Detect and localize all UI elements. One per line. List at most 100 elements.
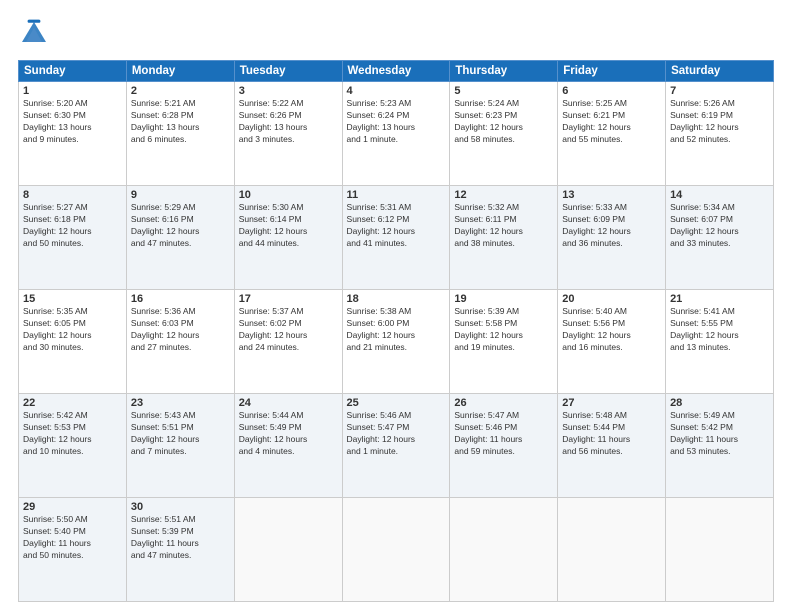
calendar-cell: 23Sunrise: 5:43 AM Sunset: 5:51 PM Dayli… <box>126 394 234 498</box>
day-info: Sunrise: 5:37 AM Sunset: 6:02 PM Dayligh… <box>239 306 338 354</box>
weekday-header-thursday: Thursday <box>450 61 558 82</box>
calendar-cell: 21Sunrise: 5:41 AM Sunset: 5:55 PM Dayli… <box>666 290 774 394</box>
day-info: Sunrise: 5:35 AM Sunset: 6:05 PM Dayligh… <box>23 306 122 354</box>
calendar-cell: 25Sunrise: 5:46 AM Sunset: 5:47 PM Dayli… <box>342 394 450 498</box>
day-number: 27 <box>562 397 661 409</box>
calendar-cell: 13Sunrise: 5:33 AM Sunset: 6:09 PM Dayli… <box>558 186 666 290</box>
calendar-cell: 12Sunrise: 5:32 AM Sunset: 6:11 PM Dayli… <box>450 186 558 290</box>
calendar-cell: 24Sunrise: 5:44 AM Sunset: 5:49 PM Dayli… <box>234 394 342 498</box>
calendar-cell: 16Sunrise: 5:36 AM Sunset: 6:03 PM Dayli… <box>126 290 234 394</box>
day-number: 24 <box>239 397 338 409</box>
calendar-cell <box>450 498 558 602</box>
calendar-cell <box>558 498 666 602</box>
calendar-cell: 26Sunrise: 5:47 AM Sunset: 5:46 PM Dayli… <box>450 394 558 498</box>
day-info: Sunrise: 5:44 AM Sunset: 5:49 PM Dayligh… <box>239 410 338 458</box>
page: SundayMondayTuesdayWednesdayThursdayFrid… <box>0 0 792 612</box>
day-number: 16 <box>131 293 230 305</box>
day-info: Sunrise: 5:33 AM Sunset: 6:09 PM Dayligh… <box>562 202 661 250</box>
calendar-cell: 11Sunrise: 5:31 AM Sunset: 6:12 PM Dayli… <box>342 186 450 290</box>
day-info: Sunrise: 5:31 AM Sunset: 6:12 PM Dayligh… <box>347 202 446 250</box>
calendar-cell: 9Sunrise: 5:29 AM Sunset: 6:16 PM Daylig… <box>126 186 234 290</box>
calendar-cell <box>666 498 774 602</box>
day-info: Sunrise: 5:50 AM Sunset: 5:40 PM Dayligh… <box>23 514 122 562</box>
calendar-week-5: 29Sunrise: 5:50 AM Sunset: 5:40 PM Dayli… <box>19 498 774 602</box>
header <box>18 18 774 50</box>
day-info: Sunrise: 5:40 AM Sunset: 5:56 PM Dayligh… <box>562 306 661 354</box>
day-info: Sunrise: 5:32 AM Sunset: 6:11 PM Dayligh… <box>454 202 553 250</box>
day-info: Sunrise: 5:22 AM Sunset: 6:26 PM Dayligh… <box>239 98 338 146</box>
calendar-cell: 20Sunrise: 5:40 AM Sunset: 5:56 PM Dayli… <box>558 290 666 394</box>
day-number: 28 <box>670 397 769 409</box>
calendar-cell: 1Sunrise: 5:20 AM Sunset: 6:30 PM Daylig… <box>19 82 127 186</box>
day-info: Sunrise: 5:25 AM Sunset: 6:21 PM Dayligh… <box>562 98 661 146</box>
calendar-cell <box>342 498 450 602</box>
day-number: 20 <box>562 293 661 305</box>
weekday-header-monday: Monday <box>126 61 234 82</box>
calendar-cell: 30Sunrise: 5:51 AM Sunset: 5:39 PM Dayli… <box>126 498 234 602</box>
calendar-cell: 4Sunrise: 5:23 AM Sunset: 6:24 PM Daylig… <box>342 82 450 186</box>
calendar-cell: 7Sunrise: 5:26 AM Sunset: 6:19 PM Daylig… <box>666 82 774 186</box>
day-number: 25 <box>347 397 446 409</box>
calendar-week-1: 1Sunrise: 5:20 AM Sunset: 6:30 PM Daylig… <box>19 82 774 186</box>
day-number: 30 <box>131 501 230 513</box>
day-number: 10 <box>239 189 338 201</box>
day-number: 19 <box>454 293 553 305</box>
day-number: 12 <box>454 189 553 201</box>
calendar-week-2: 8Sunrise: 5:27 AM Sunset: 6:18 PM Daylig… <box>19 186 774 290</box>
day-info: Sunrise: 5:20 AM Sunset: 6:30 PM Dayligh… <box>23 98 122 146</box>
weekday-header-friday: Friday <box>558 61 666 82</box>
calendar-cell: 17Sunrise: 5:37 AM Sunset: 6:02 PM Dayli… <box>234 290 342 394</box>
calendar-cell: 3Sunrise: 5:22 AM Sunset: 6:26 PM Daylig… <box>234 82 342 186</box>
day-number: 29 <box>23 501 122 513</box>
day-number: 15 <box>23 293 122 305</box>
day-number: 21 <box>670 293 769 305</box>
calendar-table: SundayMondayTuesdayWednesdayThursdayFrid… <box>18 60 774 602</box>
day-number: 8 <box>23 189 122 201</box>
day-info: Sunrise: 5:24 AM Sunset: 6:23 PM Dayligh… <box>454 98 553 146</box>
weekday-header-saturday: Saturday <box>666 61 774 82</box>
day-info: Sunrise: 5:43 AM Sunset: 5:51 PM Dayligh… <box>131 410 230 458</box>
day-number: 4 <box>347 85 446 97</box>
calendar-cell: 22Sunrise: 5:42 AM Sunset: 5:53 PM Dayli… <box>19 394 127 498</box>
calendar-cell: 8Sunrise: 5:27 AM Sunset: 6:18 PM Daylig… <box>19 186 127 290</box>
day-info: Sunrise: 5:49 AM Sunset: 5:42 PM Dayligh… <box>670 410 769 458</box>
day-info: Sunrise: 5:46 AM Sunset: 5:47 PM Dayligh… <box>347 410 446 458</box>
day-info: Sunrise: 5:27 AM Sunset: 6:18 PM Dayligh… <box>23 202 122 250</box>
calendar-cell: 10Sunrise: 5:30 AM Sunset: 6:14 PM Dayli… <box>234 186 342 290</box>
day-info: Sunrise: 5:47 AM Sunset: 5:46 PM Dayligh… <box>454 410 553 458</box>
logo <box>18 18 54 50</box>
day-number: 3 <box>239 85 338 97</box>
calendar-cell: 29Sunrise: 5:50 AM Sunset: 5:40 PM Dayli… <box>19 498 127 602</box>
calendar-cell: 15Sunrise: 5:35 AM Sunset: 6:05 PM Dayli… <box>19 290 127 394</box>
day-info: Sunrise: 5:29 AM Sunset: 6:16 PM Dayligh… <box>131 202 230 250</box>
calendar-cell: 18Sunrise: 5:38 AM Sunset: 6:00 PM Dayli… <box>342 290 450 394</box>
day-info: Sunrise: 5:41 AM Sunset: 5:55 PM Dayligh… <box>670 306 769 354</box>
day-info: Sunrise: 5:34 AM Sunset: 6:07 PM Dayligh… <box>670 202 769 250</box>
calendar-cell: 19Sunrise: 5:39 AM Sunset: 5:58 PM Dayli… <box>450 290 558 394</box>
day-number: 26 <box>454 397 553 409</box>
day-info: Sunrise: 5:39 AM Sunset: 5:58 PM Dayligh… <box>454 306 553 354</box>
day-number: 13 <box>562 189 661 201</box>
calendar-cell: 28Sunrise: 5:49 AM Sunset: 5:42 PM Dayli… <box>666 394 774 498</box>
weekday-header-sunday: Sunday <box>19 61 127 82</box>
day-info: Sunrise: 5:36 AM Sunset: 6:03 PM Dayligh… <box>131 306 230 354</box>
calendar-cell <box>234 498 342 602</box>
day-number: 23 <box>131 397 230 409</box>
day-number: 17 <box>239 293 338 305</box>
day-info: Sunrise: 5:48 AM Sunset: 5:44 PM Dayligh… <box>562 410 661 458</box>
day-info: Sunrise: 5:21 AM Sunset: 6:28 PM Dayligh… <box>131 98 230 146</box>
logo-icon <box>18 18 50 50</box>
day-info: Sunrise: 5:42 AM Sunset: 5:53 PM Dayligh… <box>23 410 122 458</box>
day-number: 7 <box>670 85 769 97</box>
day-info: Sunrise: 5:38 AM Sunset: 6:00 PM Dayligh… <box>347 306 446 354</box>
day-number: 14 <box>670 189 769 201</box>
day-number: 5 <box>454 85 553 97</box>
weekday-header-wednesday: Wednesday <box>342 61 450 82</box>
calendar-cell: 2Sunrise: 5:21 AM Sunset: 6:28 PM Daylig… <box>126 82 234 186</box>
day-info: Sunrise: 5:23 AM Sunset: 6:24 PM Dayligh… <box>347 98 446 146</box>
day-number: 2 <box>131 85 230 97</box>
day-info: Sunrise: 5:26 AM Sunset: 6:19 PM Dayligh… <box>670 98 769 146</box>
day-number: 9 <box>131 189 230 201</box>
day-number: 11 <box>347 189 446 201</box>
weekday-header-row: SundayMondayTuesdayWednesdayThursdayFrid… <box>19 61 774 82</box>
